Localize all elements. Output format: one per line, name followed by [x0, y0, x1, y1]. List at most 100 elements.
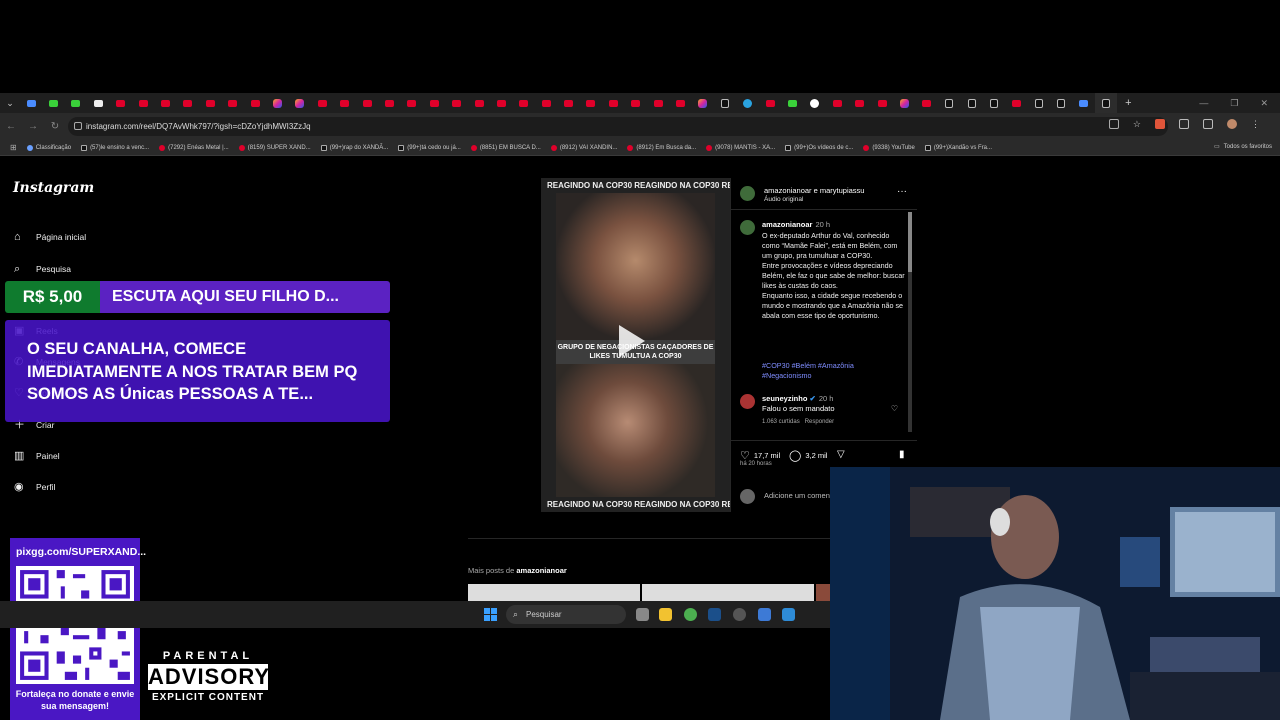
- sidepanel-icon[interactable]: [1203, 119, 1213, 129]
- browser-tab[interactable]: [87, 93, 109, 113]
- sidebar-item-home[interactable]: ⌂ Página inicial: [14, 231, 86, 243]
- browser-tab[interactable]: [893, 93, 915, 113]
- comment-user[interactable]: seuneyzinho ✔ 20 h: [762, 394, 833, 403]
- share-icon[interactable]: ▽: [837, 449, 845, 460]
- browser-tab[interactable]: [513, 93, 535, 113]
- reload-icon[interactable]: ↻: [44, 121, 66, 132]
- tab-list-dropdown-icon[interactable]: ⌄: [0, 98, 20, 109]
- back-icon[interactable]: ←: [0, 121, 22, 132]
- steam-icon[interactable]: [708, 608, 721, 621]
- taskbar-search[interactable]: ⌕ Pesquisar: [506, 605, 626, 624]
- comments-scrollbar[interactable]: [908, 212, 912, 432]
- bookmark-item[interactable]: (99+)Os vídeos de c...: [785, 144, 853, 151]
- browser-tab[interactable]: [826, 93, 848, 113]
- browser-tab[interactable]: [333, 93, 355, 113]
- browser-tab[interactable]: [647, 93, 669, 113]
- browser-tab[interactable]: [580, 93, 602, 113]
- maximize-icon[interactable]: ❐: [1230, 98, 1238, 109]
- new-tab-button[interactable]: +: [1125, 97, 1131, 109]
- browser-tab[interactable]: [266, 93, 288, 113]
- browser-tab[interactable]: [445, 93, 467, 113]
- extension-icon[interactable]: [1155, 119, 1165, 129]
- windows-start-icon[interactable]: [484, 608, 497, 621]
- post-thumbnail[interactable]: [468, 584, 640, 601]
- forward-icon[interactable]: →: [22, 121, 44, 132]
- bookmark-item[interactable]: (99+)Xandão vs Fra...: [924, 144, 992, 151]
- sidebar-item-search[interactable]: ⌕ Pesquisa: [14, 263, 71, 275]
- browser-tab[interactable]: [1050, 93, 1072, 113]
- avatar[interactable]: [740, 186, 755, 201]
- browser-tab[interactable]: [916, 93, 938, 113]
- bookmark-item[interactable]: Classificação: [26, 144, 71, 151]
- obs-icon[interactable]: [733, 608, 746, 621]
- browser-tab[interactable]: [602, 93, 624, 113]
- caption-user[interactable]: amazonianoar 20 h: [762, 220, 830, 229]
- save-icon[interactable]: ▮: [899, 449, 905, 460]
- file-explorer-icon[interactable]: [659, 608, 672, 621]
- browser-tab[interactable]: [871, 93, 893, 113]
- browser-tab[interactable]: [423, 93, 445, 113]
- comment-like-icon[interactable]: ♡: [891, 404, 898, 413]
- bookmark-item[interactable]: (57)le ensino a venc...: [81, 144, 149, 151]
- site-info-icon[interactable]: [74, 122, 82, 130]
- browser-tab[interactable]: [378, 93, 400, 113]
- browser-tab[interactable]: [669, 93, 691, 113]
- browser-tab[interactable]: [65, 93, 87, 113]
- caption-hashtags[interactable]: #COP30 #Belém #Amazônia #Negacionismo: [762, 361, 902, 381]
- sidebar-item-dashboard[interactable]: ▥ Painel: [14, 450, 60, 462]
- install-app-icon[interactable]: [1108, 119, 1119, 129]
- browser-tab[interactable]: [848, 93, 870, 113]
- browser-tab[interactable]: [759, 93, 781, 113]
- browser-tab[interactable]: [468, 93, 490, 113]
- bookmark-item[interactable]: (99+)tá cedo ou já...: [398, 144, 461, 151]
- browser-tab[interactable]: [177, 93, 199, 113]
- bookmark-item[interactable]: (7292) Enéas Metal |...: [159, 144, 229, 151]
- browser-tab[interactable]: [1072, 93, 1094, 113]
- bookmark-item[interactable]: (8912) VAI XANDIN...: [550, 144, 617, 151]
- scroll-thumb[interactable]: [908, 212, 912, 272]
- minimize-icon[interactable]: —: [1199, 98, 1208, 108]
- settings-icon[interactable]: [758, 608, 771, 621]
- browser-tab[interactable]: [781, 93, 803, 113]
- bookmark-item[interactable]: (8159) SUPER XAND...: [238, 144, 311, 151]
- bookmark-star-icon[interactable]: ☆: [1133, 119, 1141, 129]
- browser-tab[interactable]: [222, 93, 244, 113]
- chrome-icon[interactable]: [684, 608, 697, 621]
- play-icon[interactable]: [619, 325, 645, 357]
- browser-tab[interactable]: [938, 93, 960, 113]
- comment-button[interactable]: ◯ 3,2 mil: [789, 449, 827, 462]
- instagram-logo[interactable]: Instagram: [13, 180, 94, 196]
- more-posts-user[interactable]: amazonianoar: [516, 566, 566, 575]
- caption-username[interactable]: amazonianoar: [762, 220, 812, 229]
- menu-icon[interactable]: ⋮: [1251, 119, 1260, 129]
- post-audio-label[interactable]: Áudio original: [764, 196, 803, 203]
- browser-tab[interactable]: [737, 93, 759, 113]
- bookmark-item[interactable]: (8851) EM BUSCA D...: [470, 144, 541, 151]
- close-icon[interactable]: ✕: [1260, 98, 1268, 109]
- browser-tab[interactable]: [625, 93, 647, 113]
- browser-tab[interactable]: [244, 93, 266, 113]
- bookmark-item[interactable]: (99+)rap do XANDÃ...: [320, 144, 388, 151]
- browser-tab[interactable]: [804, 93, 826, 113]
- browser-tab[interactable]: [20, 93, 42, 113]
- profile-avatar-icon[interactable]: [1227, 119, 1237, 129]
- browser-tab[interactable]: [356, 93, 378, 113]
- reel-video[interactable]: REAGINDO NA COP30 REAGINDO NA COP30 REAG…: [541, 178, 730, 512]
- bookmark-item[interactable]: (8912) Em Busca da...: [627, 144, 696, 151]
- apps-grid-icon[interactable]: ⊞: [10, 143, 17, 152]
- extensions-icon[interactable]: [1179, 119, 1189, 129]
- bookmark-item[interactable]: (9338) YouTube: [863, 144, 915, 151]
- browser-tab[interactable]: [983, 93, 1005, 113]
- browser-tab[interactable]: [154, 93, 176, 113]
- reply-button[interactable]: Responder: [805, 419, 834, 425]
- browser-tab[interactable]: [132, 93, 154, 113]
- browser-tab[interactable]: [401, 93, 423, 113]
- task-view-icon[interactable]: [636, 608, 649, 621]
- browser-tab[interactable]: [535, 93, 557, 113]
- browser-tab[interactable]: [311, 93, 333, 113]
- comment-username[interactable]: seuneyzinho: [762, 394, 807, 403]
- more-options-icon[interactable]: ···: [897, 186, 907, 197]
- url-field[interactable]: instagram.com/reel/DQ7AvWhk797/?igsh=cDZ…: [68, 117, 1168, 136]
- browser-tab[interactable]: [1094, 93, 1118, 113]
- browser-tab[interactable]: [289, 93, 311, 113]
